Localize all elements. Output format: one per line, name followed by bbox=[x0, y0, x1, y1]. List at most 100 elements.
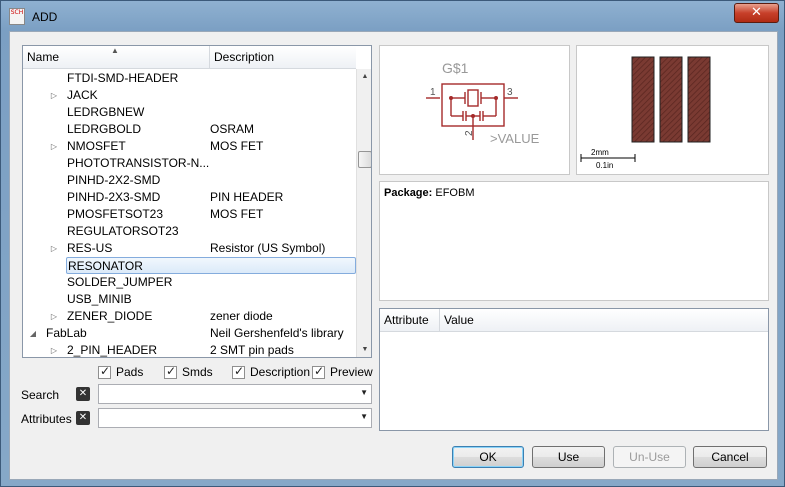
tree-row-name: REGULATORSOT23 bbox=[67, 224, 179, 238]
dialog-client-area: ▲ Name Description FTDI-SMD-HEADER ▷ JACK L… bbox=[9, 31, 778, 480]
column-header-name[interactable]: ▲ Name bbox=[23, 46, 210, 69]
expand-icon[interactable]: ▷ bbox=[49, 138, 59, 155]
dropdown-arrow-icon[interactable]: ▼ bbox=[360, 388, 368, 397]
close-button[interactable]: ✕ bbox=[734, 3, 779, 23]
resonator-symbol-graphic: G$1 1 3 2 >VALUE bbox=[426, 60, 540, 146]
smds-checkbox[interactable]: Smds bbox=[164, 364, 213, 381]
device-info-panel: Package: EFOBM bbox=[379, 181, 769, 301]
library-tree[interactable]: ▲ Name Description FTDI-SMD-HEADER ▷ JACK L… bbox=[22, 45, 372, 358]
tree-row[interactable]: ▷ ZENER_DIODE zener diode bbox=[23, 308, 356, 325]
preview-checkbox[interactable]: Preview bbox=[312, 364, 373, 381]
tree-row[interactable]: PINHD-2X3-SMD PIN HEADER bbox=[23, 189, 356, 206]
tree-row-name: JACK bbox=[67, 88, 98, 102]
scroll-up-icon[interactable]: ▲ bbox=[357, 69, 371, 85]
tree-row[interactable]: ▷ JACK bbox=[23, 87, 356, 104]
clear-attributes-icon[interactable]: ✕ bbox=[76, 411, 90, 425]
description-checkbox[interactable]: Description bbox=[232, 364, 311, 381]
add-dialog-window: SCH ADD ✕ ▲ Name Description FTDI-SMD-HE… bbox=[0, 0, 785, 487]
scale-metric-label: 2mm bbox=[591, 148, 609, 157]
attributes-combo[interactable]: ▼ bbox=[98, 408, 372, 428]
tree-row-name: LEDRGBNEW bbox=[67, 105, 145, 119]
tree-row-name: RESONATOR bbox=[66, 257, 356, 274]
column-description-label: Description bbox=[214, 50, 275, 64]
pad-1 bbox=[631, 56, 655, 143]
tree-row-name: FTDI-SMD-HEADER bbox=[67, 71, 179, 85]
tree-row-description: MOS FET bbox=[210, 139, 264, 153]
pad-3 bbox=[687, 56, 711, 143]
tree-row-name: SOLDER_JUMPER bbox=[67, 275, 173, 289]
column-header-attribute[interactable]: Attribute bbox=[380, 309, 440, 332]
tree-row[interactable]: ▷ 2_PIN_HEADER 2 SMT pin pads bbox=[23, 342, 356, 357]
checkbox-checked-icon bbox=[164, 364, 177, 380]
attribute-column-label: Attribute bbox=[384, 313, 429, 327]
smds-label: Smds bbox=[182, 365, 213, 379]
tree-row[interactable]: FTDI-SMD-HEADER bbox=[23, 70, 356, 87]
tree-row-name: ZENER_DIODE bbox=[67, 309, 153, 323]
clear-search-icon[interactable]: ✕ bbox=[76, 387, 90, 401]
attributes-table[interactable]: Attribute Value bbox=[379, 308, 769, 431]
symbol-preview: G$1 1 3 2 >VALUE bbox=[379, 45, 570, 175]
expand-icon[interactable]: ▷ bbox=[49, 87, 59, 104]
pads-checkbox[interactable]: Pads bbox=[98, 364, 144, 381]
search-label: Search bbox=[21, 388, 60, 402]
tree-vertical-scrollbar[interactable]: ▲ ▼ bbox=[356, 69, 371, 357]
cancel-button[interactable]: Cancel bbox=[693, 446, 767, 468]
expand-icon[interactable]: ▷ bbox=[49, 342, 59, 357]
pin-1-label: 1 bbox=[430, 87, 436, 98]
window-title: ADD bbox=[32, 10, 58, 24]
tree-row-description: PIN HEADER bbox=[210, 190, 284, 204]
search-combo[interactable]: ▼ bbox=[98, 384, 372, 404]
tree-row[interactable]: ▷ NMOSFET MOS FET bbox=[23, 138, 356, 155]
tree-row[interactable]: LEDRGBOLD OSRAM bbox=[23, 121, 356, 138]
eagle-app-icon: SCH bbox=[9, 8, 25, 25]
scroll-down-icon[interactable]: ▼ bbox=[357, 342, 371, 357]
expand-icon[interactable]: ▷ bbox=[49, 240, 59, 257]
tree-row[interactable]: PMOSFETSOT23 MOS FET bbox=[23, 206, 356, 223]
tree-row[interactable]: ◢ FabLab Neil Gershenfeld's library bbox=[23, 325, 356, 342]
package-info-value: EFOBM bbox=[435, 187, 475, 199]
tree-row-name: LEDRGBOLD bbox=[67, 122, 142, 136]
preview-label: Preview bbox=[330, 365, 373, 379]
tree-row-description: OSRAM bbox=[210, 122, 255, 136]
column-header-value[interactable]: Value bbox=[440, 309, 768, 332]
pad-2 bbox=[659, 56, 683, 143]
tree-row[interactable]: USB_MINIB bbox=[23, 291, 356, 308]
tree-row-name: PMOSFETSOT23 bbox=[67, 207, 164, 221]
description-label: Description bbox=[250, 365, 311, 379]
tree-row-name: RES-US bbox=[67, 241, 113, 255]
tree-row-description: Neil Gershenfeld's library bbox=[210, 326, 344, 340]
sort-ascending-icon: ▲ bbox=[111, 46, 119, 55]
checkbox-checked-icon bbox=[98, 364, 111, 380]
column-name-label: Name bbox=[27, 50, 60, 64]
scale-imperial-label: 0.1in bbox=[596, 161, 613, 170]
dropdown-arrow-icon[interactable]: ▼ bbox=[360, 412, 368, 421]
title-bar[interactable]: SCH ADD ✕ bbox=[1, 1, 785, 31]
value-column-label: Value bbox=[444, 313, 474, 327]
symbol-value-label: >VALUE bbox=[490, 131, 540, 146]
package-preview: 2mm 0.1in bbox=[576, 45, 769, 175]
tree-row[interactable]: REGULATORSOT23 bbox=[23, 223, 356, 240]
column-header-description[interactable]: Description bbox=[210, 46, 356, 69]
tree-row-name: PINHD-2X2-SMD bbox=[67, 173, 161, 187]
ok-button[interactable]: OK bbox=[452, 446, 524, 468]
tree-row[interactable]: LEDRGBNEW bbox=[23, 104, 356, 121]
tree-row-name: FabLab bbox=[46, 326, 87, 340]
tree-row-description: zener diode bbox=[210, 309, 273, 323]
tree-row[interactable]: PINHD-2X2-SMD bbox=[23, 172, 356, 189]
tree-row-name: PINHD-2X3-SMD bbox=[67, 190, 161, 204]
pads-label: Pads bbox=[116, 365, 144, 379]
tree-row-description: Resistor (US Symbol) bbox=[210, 241, 326, 255]
scrollbar-thumb[interactable] bbox=[358, 151, 371, 168]
expand-icon[interactable]: ▷ bbox=[49, 308, 59, 325]
tree-row-name: NMOSFET bbox=[67, 139, 126, 153]
package-info-label: Package: bbox=[384, 187, 433, 199]
tree-row[interactable]: RESONATOR bbox=[23, 257, 356, 274]
tree-row[interactable]: PHOTOTRANSISTOR-N... bbox=[23, 155, 356, 172]
tree-row-name: USB_MINIB bbox=[67, 292, 132, 306]
checkbox-checked-icon bbox=[232, 364, 245, 380]
collapse-icon[interactable]: ◢ bbox=[28, 325, 38, 342]
unuse-button[interactable]: Un-Use bbox=[613, 446, 686, 468]
use-button[interactable]: Use bbox=[532, 446, 605, 468]
tree-row[interactable]: SOLDER_JUMPER bbox=[23, 274, 356, 291]
tree-row[interactable]: ▷ RES-US Resistor (US Symbol) bbox=[23, 240, 356, 257]
